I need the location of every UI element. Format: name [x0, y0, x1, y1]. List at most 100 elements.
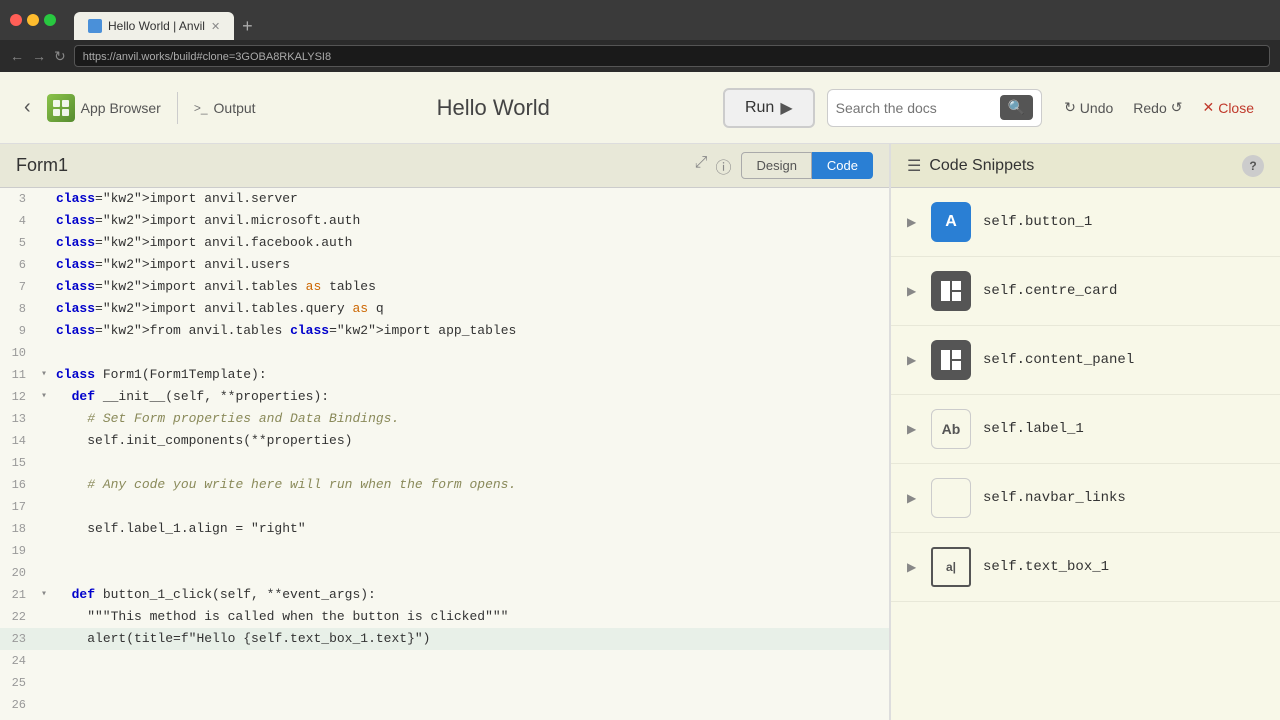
search-docs-button[interactable]: 🔍: [1000, 95, 1033, 120]
form-title: Form1: [16, 155, 695, 176]
search-docs-input[interactable]: [836, 100, 996, 116]
snippet-expand-icon: ▶: [907, 284, 919, 298]
code-line-24[interactable]: 24: [0, 650, 889, 672]
tab-title: Hello World | Anvil: [108, 19, 205, 33]
line-arrow: [36, 408, 52, 430]
code-line-15[interactable]: 15: [0, 452, 889, 474]
line-arrow: [36, 298, 52, 320]
line-number: 3: [0, 188, 36, 210]
code-line-3[interactable]: 3 class="kw2">import anvil.server: [0, 188, 889, 210]
close-button[interactable]: ✕ Close: [1192, 95, 1264, 120]
app-browser-button[interactable]: App Browser: [39, 90, 169, 126]
code-line-6[interactable]: 6class="kw2">import anvil.users: [0, 254, 889, 276]
line-number: 13: [0, 408, 36, 430]
undo-button[interactable]: ↻ Undo: [1054, 95, 1123, 120]
editor-header: Form1 ⤢ ⓘ Design Code: [0, 144, 889, 188]
snippet-name: self.content_panel: [983, 352, 1134, 368]
line-content: """This method is called when the button…: [52, 606, 889, 628]
output-label: Output: [214, 100, 256, 116]
code-line-12[interactable]: 12▾ def __init__(self, **properties):: [0, 386, 889, 408]
line-number: 5: [0, 232, 36, 254]
line-arrow: [36, 188, 52, 210]
address-bar[interactable]: https://anvil.works/build#clone=3GOBA8RK…: [74, 45, 1270, 67]
editor-panel: Form1 ⤢ ⓘ Design Code 3 class="kw2">impor…: [0, 144, 890, 720]
snippets-header: ☰ Code Snippets ?: [891, 144, 1280, 188]
code-line-25[interactable]: 25: [0, 672, 889, 694]
code-line-22[interactable]: 22 """This method is called when the but…: [0, 606, 889, 628]
close-dot[interactable]: [10, 14, 22, 26]
code-line-5[interactable]: 5class="kw2">import anvil.facebook.auth: [0, 232, 889, 254]
code-line-23[interactable]: 23 alert(title=f"Hello {self.text_box_1.…: [0, 628, 889, 650]
line-arrow: ▾: [36, 364, 52, 386]
code-line-20[interactable]: 20: [0, 562, 889, 584]
snippet-expand-icon: ▶: [907, 422, 919, 436]
code-line-18[interactable]: 18 self.label_1.align = "right": [0, 518, 889, 540]
line-arrow: [36, 496, 52, 518]
new-tab-button[interactable]: +: [234, 12, 261, 40]
active-tab[interactable]: Hello World | Anvil ✕: [74, 12, 234, 40]
code-line-8[interactable]: 8class="kw2">import anvil.tables.query a…: [0, 298, 889, 320]
toolbar-back-button[interactable]: ‹: [16, 92, 39, 123]
snippet-name: self.centre_card: [983, 283, 1117, 299]
snippet-icon: A: [931, 202, 971, 242]
close-icon: ✕: [1202, 99, 1214, 116]
help-icon[interactable]: ⓘ: [715, 154, 731, 178]
code-line-17[interactable]: 17: [0, 496, 889, 518]
snippet-item[interactable]: ▶ self.centre_card: [891, 257, 1280, 326]
line-number: 21: [0, 584, 36, 606]
line-content: class="kw2">import anvil.tables.query as…: [52, 298, 889, 320]
code-line-26[interactable]: 26: [0, 694, 889, 716]
code-line-14[interactable]: 14 self.init_components(**properties): [0, 430, 889, 452]
refresh-button[interactable]: ↻: [54, 48, 66, 65]
line-content: alert(title=f"Hello {self.text_box_1.tex…: [52, 628, 889, 650]
minimize-dot[interactable]: [27, 14, 39, 26]
app-browser-label: App Browser: [81, 100, 161, 116]
line-number: 17: [0, 496, 36, 518]
snippet-item[interactable]: ▶Abself.label_1: [891, 395, 1280, 464]
line-arrow: [36, 430, 52, 452]
line-arrow: [36, 672, 52, 694]
search-docs-wrapper: 🔍: [827, 89, 1042, 127]
line-content: [52, 496, 889, 518]
tab-close-icon[interactable]: ✕: [211, 20, 220, 33]
code-line-10[interactable]: 10: [0, 342, 889, 364]
line-arrow: [36, 540, 52, 562]
redo-button[interactable]: Redo ↺: [1123, 95, 1192, 120]
code-line-9[interactable]: 9class="kw2">from anvil.tables class="kw…: [0, 320, 889, 342]
line-content: [52, 342, 889, 364]
expand-icon[interactable]: ⤢: [695, 154, 708, 178]
line-content: class Form1(Form1Template):: [52, 364, 889, 386]
line-arrow: [36, 694, 52, 716]
forward-button[interactable]: →: [32, 48, 46, 64]
code-button[interactable]: Code: [812, 152, 873, 179]
snippet-name: self.navbar_links: [983, 490, 1126, 506]
snippets-help-button[interactable]: ?: [1242, 155, 1264, 177]
snippet-item[interactable]: ▶Aself.button_1: [891, 188, 1280, 257]
line-content: [52, 452, 889, 474]
back-button[interactable]: ←: [10, 48, 24, 64]
code-line-11[interactable]: 11▾class Form1(Form1Template):: [0, 364, 889, 386]
snippet-item[interactable]: ▶ self.content_panel: [891, 326, 1280, 395]
run-button[interactable]: Run ▶: [723, 88, 815, 128]
code-line-4[interactable]: 4class="kw2">import anvil.microsoft.auth: [0, 210, 889, 232]
snippet-item[interactable]: ▶self.navbar_links: [891, 464, 1280, 533]
snippets-list: ▶Aself.button_1▶ self.centre_card▶ self.…: [891, 188, 1280, 602]
output-button[interactable]: >_ Output: [186, 96, 264, 120]
maximize-dot[interactable]: [44, 14, 56, 26]
snippet-item[interactable]: ▶a|self.text_box_1: [891, 533, 1280, 602]
code-editor[interactable]: 3 class="kw2">import anvil.server4class="…: [0, 188, 889, 720]
code-line-21[interactable]: 21▾ def button_1_click(self, **event_arg…: [0, 584, 889, 606]
line-arrow: [36, 342, 52, 364]
line-number: 19: [0, 540, 36, 562]
line-content: self.init_components(**properties): [52, 430, 889, 452]
code-line-19[interactable]: 19: [0, 540, 889, 562]
code-line-13[interactable]: 13 # Set Form properties and Data Bindin…: [0, 408, 889, 430]
code-line-16[interactable]: 16 # Any code you write here will run wh…: [0, 474, 889, 496]
line-content: class="kw2">import anvil.server: [52, 188, 889, 210]
line-number: 26: [0, 694, 36, 716]
code-line-7[interactable]: 7class="kw2">import anvil.tables as tabl…: [0, 276, 889, 298]
line-number: 7: [0, 276, 36, 298]
line-arrow: [36, 628, 52, 650]
line-arrow: [36, 452, 52, 474]
design-button[interactable]: Design: [741, 152, 811, 179]
